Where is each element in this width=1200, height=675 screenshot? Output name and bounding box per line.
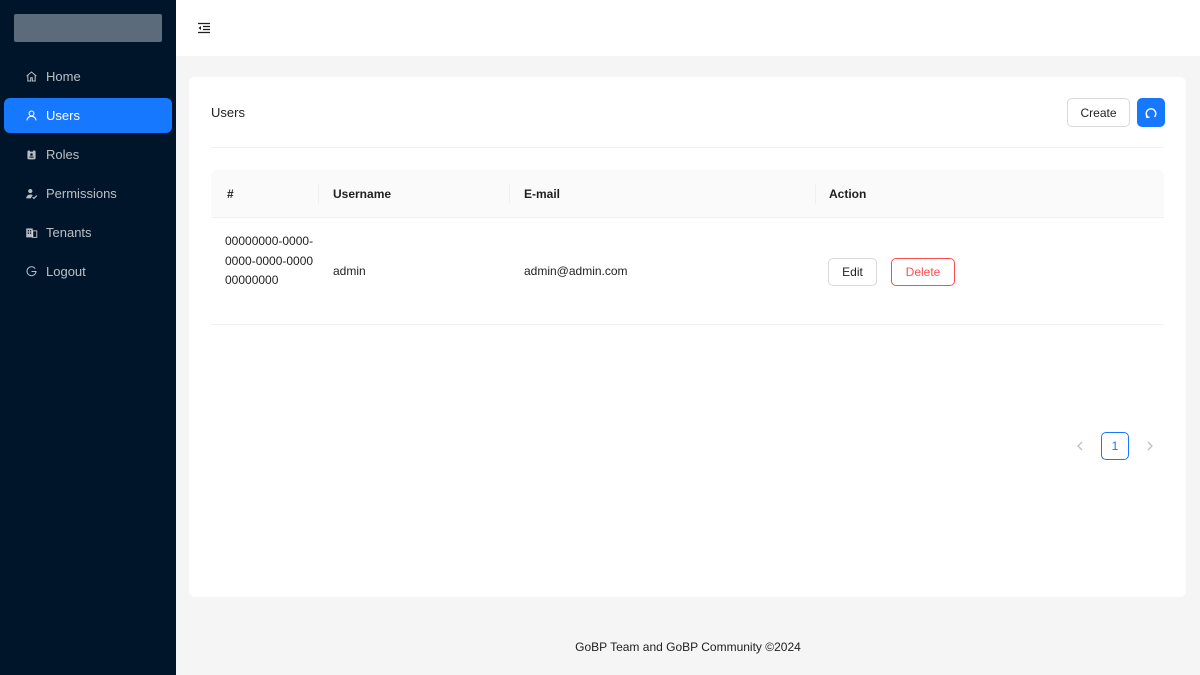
footer: GoBP Team and GoBP Community ©2024	[575, 640, 801, 654]
sidebar-item-label: Tenants	[46, 225, 92, 240]
sidebar-item-home[interactable]: Home	[4, 59, 172, 94]
edit-button[interactable]: Edit	[828, 258, 877, 286]
reload-icon	[1144, 106, 1158, 120]
column-separator	[318, 184, 319, 204]
sidebar-item-roles[interactable]: Roles	[4, 137, 172, 172]
chevron-right-icon[interactable]	[1136, 432, 1164, 460]
page-title: Users	[211, 105, 245, 120]
user-icon	[24, 109, 38, 123]
logo	[14, 14, 162, 42]
sidebar: Home Users Roles Permissions Tenants Log…	[0, 0, 176, 675]
email-cell: admin@admin.com	[524, 264, 628, 278]
column-header-email: E-mail	[524, 187, 561, 201]
sidebar-item-label: Permissions	[46, 186, 117, 201]
role-icon	[24, 148, 38, 162]
refresh-button[interactable]	[1137, 98, 1165, 127]
chevron-left-icon[interactable]	[1066, 432, 1094, 460]
column-separator	[509, 184, 510, 204]
sidebar-item-logout[interactable]: Logout	[4, 254, 172, 289]
permission-icon	[24, 187, 38, 201]
table-row: 00000000-0000-0000-0000-000000000000 adm…	[211, 218, 1164, 325]
sidebar-item-label: Logout	[46, 264, 86, 279]
page-item-current[interactable]: 1	[1101, 432, 1129, 460]
divider	[211, 147, 1164, 148]
sidebar-item-tenants[interactable]: Tenants	[4, 215, 172, 250]
username-cell: admin	[333, 264, 366, 278]
user-id-cell: 00000000-0000-0000-0000-000000000000	[225, 234, 314, 287]
column-header-username: Username	[333, 187, 392, 201]
column-header-action: Action	[829, 187, 867, 201]
column-separator	[815, 184, 816, 204]
sidebar-item-permissions[interactable]: Permissions	[4, 176, 172, 211]
logout-icon	[24, 265, 38, 279]
sidebar-item-label: Users	[46, 108, 80, 123]
menu-fold-icon[interactable]	[196, 18, 212, 38]
column-header-id: #	[227, 187, 234, 201]
table-header: # Username E-mail Action	[211, 170, 1164, 218]
sidebar-item-label: Roles	[46, 147, 80, 162]
tenant-icon	[24, 226, 38, 240]
top-header	[176, 0, 1200, 56]
delete-button[interactable]: Delete	[891, 258, 955, 286]
sidebar-item-label: Home	[46, 69, 81, 84]
create-button[interactable]: Create	[1067, 98, 1130, 127]
pagination: 1	[211, 432, 1164, 460]
home-icon	[24, 70, 38, 84]
users-card: Users Create # Username E-mail Action 00…	[189, 77, 1186, 597]
sidebar-item-users[interactable]: Users	[4, 98, 172, 133]
